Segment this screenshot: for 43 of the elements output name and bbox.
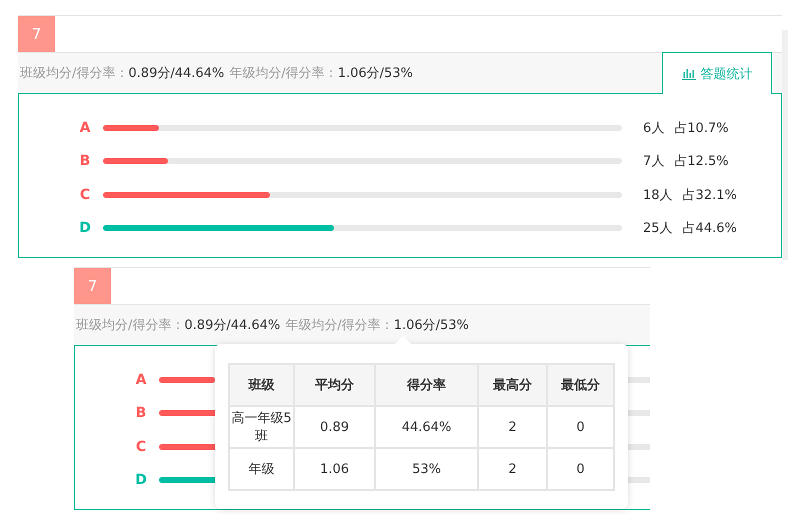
question-number: 7 — [74, 268, 111, 304]
table-cell: 44.64% — [375, 406, 478, 448]
table-cell: 0 — [546, 448, 614, 490]
answer-share: 占10.7% — [674, 120, 729, 137]
column-header: 平均分 — [294, 364, 376, 406]
table-cell: 53% — [375, 448, 478, 490]
answer-count: 25人 — [643, 220, 673, 238]
table-cell: 1.06 — [294, 448, 376, 490]
answer-count: 18人 — [643, 186, 673, 204]
table-cell: 年级 — [229, 448, 294, 490]
column-header: 得分率 — [375, 364, 478, 406]
column-header: 最高分 — [478, 364, 547, 406]
table-cell: 0.89 — [294, 406, 376, 448]
answer-share: 占12.5% — [674, 153, 729, 170]
stat-value: 1.06分/53% — [394, 317, 469, 334]
question-number: 7 — [18, 16, 55, 52]
stat-label: 年级均分/得分率： — [229, 65, 338, 82]
answer-share: 占44.6% — [682, 220, 737, 238]
table-cell: 2 — [478, 406, 547, 448]
option-letter: A — [78, 120, 92, 136]
table-cell: 2 — [478, 448, 547, 490]
stat-value: 0.89分/44.64% — [184, 317, 280, 334]
answer-count: 7人 — [643, 153, 664, 170]
stat-label: 班级均分/得分率： — [76, 317, 184, 334]
stats-tab[interactable]: 答题统计 — [662, 52, 772, 94]
option-letter: A — [134, 372, 148, 388]
option-letter: C — [78, 186, 92, 203]
option-letter: C — [134, 438, 148, 455]
option-letter: D — [78, 220, 92, 236]
answer-share: 占32.1% — [682, 186, 737, 204]
stat-value: 1.06分/53% — [338, 65, 413, 82]
option-letter: B — [78, 153, 92, 170]
stat-label: 年级均分/得分率： — [285, 317, 394, 334]
option-letter: B — [134, 405, 148, 422]
stat-label: 班级均分/得分率： — [20, 65, 128, 82]
table-cell: 0 — [546, 406, 614, 448]
answer-count: 6人 — [643, 120, 664, 137]
table-cell: 高一年级5班 — [229, 406, 294, 448]
stat-value: 0.89分/44.64% — [128, 65, 224, 82]
bar-chart-icon — [682, 67, 696, 80]
column-header: 班级 — [229, 364, 294, 406]
option-letter: D — [134, 472, 148, 488]
column-header: 最低分 — [546, 364, 614, 406]
